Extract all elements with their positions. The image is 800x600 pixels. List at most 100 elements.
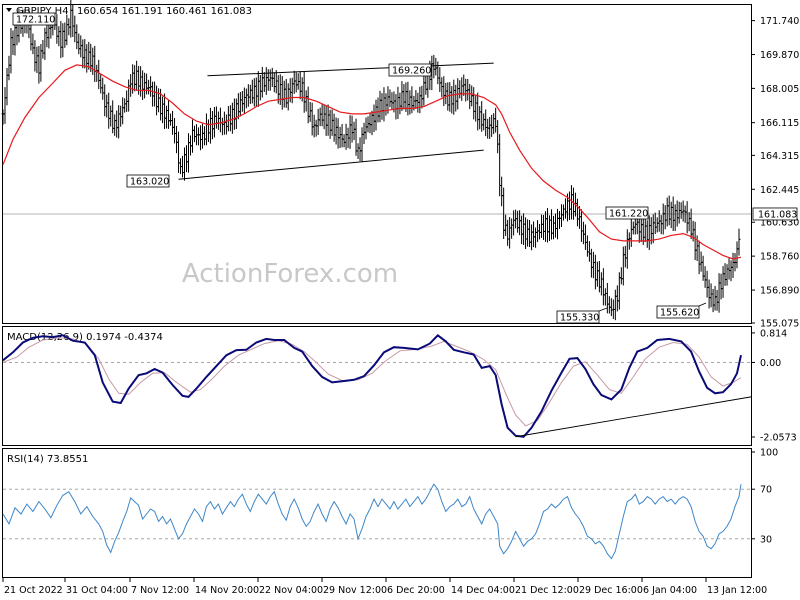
ohlc-bar — [645, 220, 649, 248]
ohlc-bar — [366, 116, 370, 133]
ohlc-bar — [320, 104, 324, 127]
ohlc-bar — [222, 111, 226, 135]
watermark: ActionForex.com — [182, 259, 398, 289]
ohlc-bar — [248, 84, 252, 105]
ohlc-bar — [101, 77, 105, 100]
ohlc-bar — [232, 98, 236, 130]
lower-channel-line — [178, 149, 484, 180]
ohlc-bar — [163, 93, 167, 130]
ohlc-bar — [185, 145, 189, 173]
ohlc-bar — [474, 94, 478, 122]
ohlc-bar — [701, 255, 705, 281]
ohlc-bar — [484, 109, 488, 137]
symbol-dropdown-icon[interactable] — [6, 8, 12, 12]
low-pointer — [698, 302, 707, 307]
time-tick-label: 14 Nov 20:00 — [195, 585, 259, 596]
price-tick-label: 168.005 — [760, 84, 799, 95]
ohlc-bar — [169, 113, 173, 126]
ohlc-bar — [244, 88, 248, 109]
ohlc-bar — [589, 248, 593, 278]
time-tick-label: 21 Dec 12:00 — [515, 585, 579, 596]
ohlc-bar — [177, 131, 181, 173]
ohlc-bar — [472, 87, 476, 120]
ohlc-bar — [1, 109, 5, 125]
ohlc-bar — [559, 204, 563, 228]
ohlc-bar — [55, 14, 59, 44]
ohlc-bar — [304, 90, 308, 112]
rsi-tick-label: 70 — [760, 485, 772, 496]
ohlc-bar — [280, 76, 284, 110]
ohlc-bar — [123, 98, 127, 113]
ohlc-bar — [603, 288, 607, 306]
ohlc-bar — [498, 134, 502, 197]
ohlc-bar — [468, 83, 472, 110]
ohlc-bar — [41, 39, 45, 59]
ohlc-bar — [376, 97, 380, 123]
ohlc-bar — [370, 110, 374, 136]
ohlc-bar — [340, 124, 344, 148]
price-level-callout: 155.620 — [656, 305, 700, 319]
ohlc-bar — [83, 39, 87, 69]
ohlc-bar — [344, 123, 348, 150]
ohlc-bar — [647, 215, 651, 251]
ohlc-bar — [524, 217, 528, 250]
ohlc-bar — [729, 260, 733, 282]
ohlc-bar — [561, 204, 565, 221]
ohlc-bar — [542, 215, 546, 240]
ohlc-bar — [398, 92, 402, 115]
ohlc-bar — [478, 106, 482, 130]
ohlc-bar — [661, 203, 665, 235]
ohlc-bar — [143, 72, 147, 99]
ohlc-bar — [587, 241, 591, 262]
ohlc-bar — [575, 198, 579, 227]
ohlc-bar — [402, 84, 406, 110]
ohlc-bar — [659, 215, 663, 235]
ohlc-bar — [153, 81, 157, 107]
callout-label: 172.110 — [16, 15, 55, 26]
ohlc-bar — [37, 46, 41, 84]
ohlc-bar — [400, 81, 404, 112]
time-tick-label: 21 Oct 2022 — [4, 585, 63, 596]
ohlc-bar — [731, 252, 735, 278]
ohlc-bar — [548, 215, 552, 241]
ohlc-bar — [139, 66, 143, 97]
ohlc-bar — [115, 110, 119, 138]
ohlc-bar — [121, 97, 125, 125]
ohlc-bar — [71, 4, 75, 37]
ohlc-bar — [218, 107, 222, 133]
ohlc-bar — [460, 77, 464, 101]
ohlc-bar — [382, 87, 386, 122]
time-tick-label: 13 Jan 12:00 — [707, 585, 767, 596]
ohlc-bar — [665, 197, 669, 227]
ohlc-bar — [583, 224, 587, 250]
ohlc-bar — [326, 104, 330, 136]
ohlc-bar — [226, 106, 230, 132]
ohlc-bar — [270, 67, 274, 87]
time-tick-label: 31 Oct 04:00 — [66, 585, 128, 596]
ohlc-bar — [288, 78, 292, 103]
ohlc-bar — [605, 282, 609, 314]
ohlc-bar — [173, 117, 177, 144]
ohlc-bar — [384, 93, 388, 116]
ohlc-bar — [95, 64, 99, 82]
ohlc-bar — [408, 90, 412, 115]
ohlc-bar — [117, 105, 121, 139]
ohlc-bar — [675, 200, 679, 227]
ohlc-bar — [308, 101, 312, 122]
ohlc-readout: 160.654 161.191 160.461 161.083 — [77, 6, 252, 17]
ohlc-bar — [699, 251, 703, 272]
ohlc-bar — [679, 202, 683, 219]
ohlc-bar — [520, 215, 524, 245]
ohlc-bar — [444, 82, 448, 105]
ohlc-bar — [705, 270, 709, 298]
ohlc-bar — [99, 74, 103, 94]
rsi-tick-label: 30 — [760, 534, 772, 545]
ohlc-bar — [234, 98, 238, 129]
rsi-line — [2, 483, 742, 560]
ohlc-bar — [107, 92, 111, 129]
price-level-callout: 169.260 — [388, 63, 432, 77]
ohlc-bar — [240, 91, 244, 112]
ohlc-bar — [358, 137, 362, 162]
ohlc-bar — [482, 113, 486, 131]
ohlc-bar — [585, 235, 589, 257]
